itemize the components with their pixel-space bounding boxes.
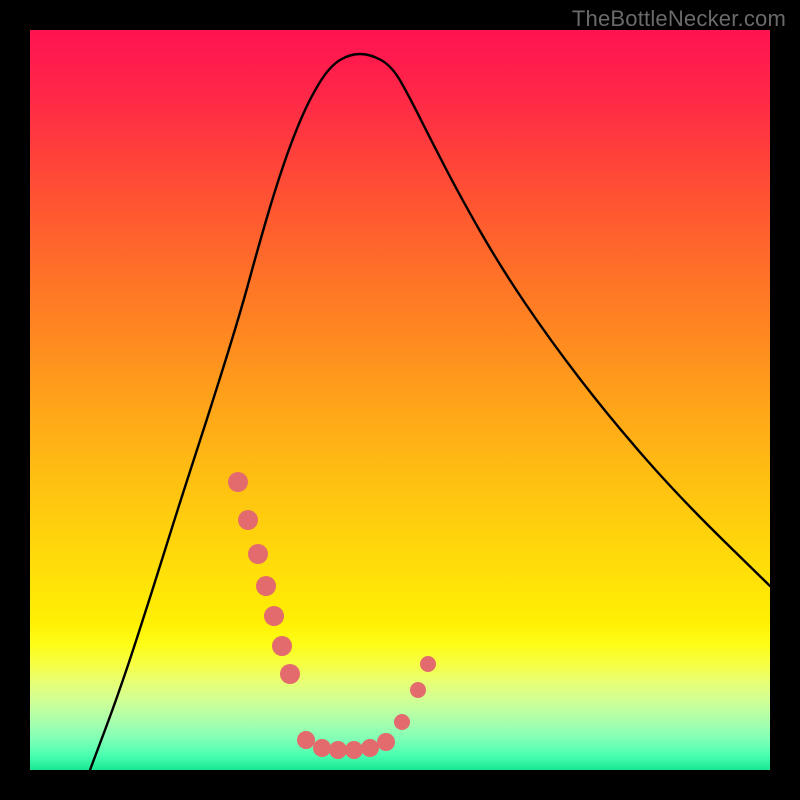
chart-marker — [394, 714, 410, 730]
chart-marker — [329, 741, 347, 759]
chart-markers — [228, 472, 436, 759]
chart-marker — [280, 664, 300, 684]
chart-marker — [377, 733, 395, 751]
chart-plot-area — [30, 30, 770, 770]
source-watermark: TheBottleNecker.com — [572, 6, 786, 32]
chart-marker — [272, 636, 292, 656]
chart-marker — [410, 682, 426, 698]
chart-marker — [238, 510, 258, 530]
chart-marker — [248, 544, 268, 564]
chart-svg — [30, 30, 770, 770]
chart-marker — [297, 731, 315, 749]
chart-marker — [345, 741, 363, 759]
chart-marker — [256, 576, 276, 596]
chart-marker — [313, 739, 331, 757]
chart-marker — [361, 739, 379, 757]
chart-marker — [228, 472, 248, 492]
chart-marker — [420, 656, 436, 672]
chart-marker — [264, 606, 284, 626]
